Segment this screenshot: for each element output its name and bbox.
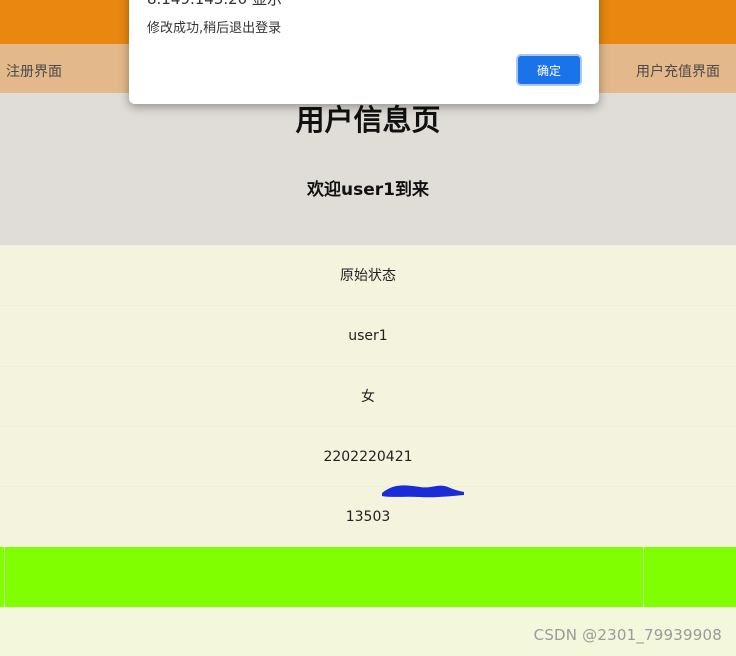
watermark: CSDN @2301_79939908 [533, 626, 722, 644]
info-row-username: user1 [0, 305, 736, 365]
nav-link-recharge[interactable]: 用户充值界面 [636, 61, 720, 81]
dialog-message: 修改成功,稍后退出登录 [147, 21, 282, 36]
phone-prefix: 13503 [345, 509, 391, 525]
green-table-row [0, 547, 736, 607]
green-cell-main [4, 547, 644, 607]
info-row-phone: 13503 [0, 485, 736, 547]
nav-link-register[interactable]: 注册界面 [6, 61, 62, 81]
user-info-table: 原始状态 user1 女 2202220421 13503 [0, 245, 736, 547]
ok-button[interactable]: 确定 [516, 54, 582, 86]
info-row-gender: 女 [0, 366, 736, 426]
alert-dialog: 8.149.143.20 显示 修改成功,稍后退出登录 确定 [129, 0, 599, 104]
page-header: 用户信息页 欢迎user1到来 [0, 93, 736, 245]
redaction-scribble [381, 485, 464, 498]
info-row-id-number: 2202220421 [0, 426, 736, 486]
welcome-heading: 欢迎user1到来 [307, 180, 429, 200]
info-row-status: 原始状态 [0, 245, 736, 305]
dialog-origin: 8.149.143.20 显示 [147, 0, 282, 9]
phone-value: 13503 [345, 485, 464, 547]
bottom-area: CSDN @2301_79939908 [0, 607, 736, 656]
